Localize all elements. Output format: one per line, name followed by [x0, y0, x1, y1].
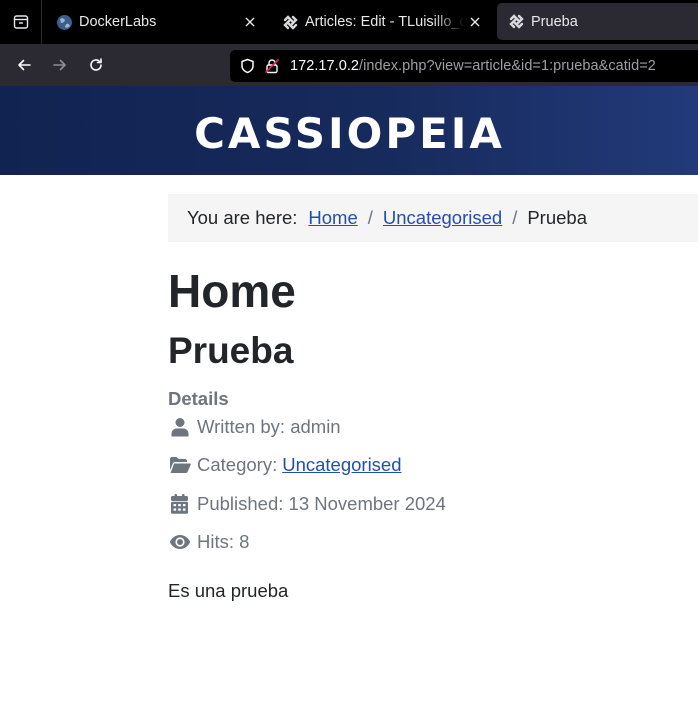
breadcrumb-separator: /: [512, 207, 518, 228]
tab-title: Prueba: [531, 13, 578, 30]
tab-title: DockerLabs: [79, 14, 157, 30]
back-button[interactable]: [10, 52, 38, 78]
hits-text: Hits: 8: [197, 531, 250, 552]
insecure-lock-icon[interactable]: [264, 58, 280, 74]
author-text: Written by: admin: [197, 416, 341, 437]
tab-list-button[interactable]: [0, 0, 42, 44]
globe-icon: [56, 14, 73, 31]
page-heading: Home: [168, 265, 296, 317]
site-brand-logo[interactable]: CASSIOPEIA: [194, 109, 505, 158]
close-icon[interactable]: [243, 15, 257, 29]
url-host: 172.17.0.2: [290, 58, 360, 74]
close-icon[interactable]: [468, 15, 482, 29]
breadcrumb-link-home[interactable]: Home: [308, 207, 357, 229]
article-category: Category: Uncategorised: [168, 454, 402, 476]
back-arrow-icon: [18, 59, 31, 71]
shield-icon[interactable]: [239, 58, 255, 74]
article-published: Published: 13 November 2024: [168, 493, 446, 515]
breadcrumb-separator: /: [367, 207, 373, 228]
details-heading: Details: [168, 388, 229, 409]
tab-list-icon: [13, 15, 28, 29]
article-body-text: Es una prueba: [168, 580, 289, 601]
tab-articles-edit[interactable]: Articles: Edit - TLuisillo_o: [282, 0, 482, 44]
url-path: /index.php?view=article&id=1:prueba&cati…: [359, 58, 656, 74]
tab-prueba-active[interactable]: Prueba: [497, 3, 698, 40]
reload-button[interactable]: [82, 52, 110, 78]
breadcrumb-prefix: You are here:: [187, 207, 298, 228]
tab-title: Articles: Edit - TLuisillo_o: [305, 14, 465, 30]
forward-arrow-icon: [53, 59, 66, 71]
user-icon: [168, 416, 191, 438]
browser-tab-strip: DockerLabs Articles: Edit - TLuisillo_o: [0, 0, 698, 44]
category-link[interactable]: Uncategorised: [282, 454, 401, 476]
article-hits: Hits: 8: [168, 531, 249, 553]
eye-icon: [168, 531, 191, 553]
breadcrumb-current: Prueba: [527, 207, 587, 228]
category-label: Category:: [197, 454, 278, 475]
url-text[interactable]: 172.17.0.2/index.php?view=article&id=1:p…: [290, 58, 656, 74]
breadcrumb: You are here: Home / Uncategorised / Pru…: [168, 194, 698, 242]
joomla-icon: [282, 14, 299, 31]
folder-open-icon: [168, 454, 191, 476]
published-text: Published: 13 November 2024: [197, 493, 446, 514]
article-title: Prueba: [168, 330, 294, 371]
site-header: CASSIOPEIA: [0, 86, 698, 175]
address-bar[interactable]: 172.17.0.2/index.php?view=article&id=1:p…: [230, 50, 698, 82]
forward-button[interactable]: [46, 52, 74, 78]
joomla-icon: [508, 13, 525, 30]
reload-icon: [90, 58, 102, 71]
article-author: Written by: admin: [168, 416, 341, 438]
breadcrumb-link-category[interactable]: Uncategorised: [383, 207, 502, 229]
browser-nav-bar: 172.17.0.2/index.php?view=article&id=1:p…: [0, 44, 698, 86]
tab-dockerlabs[interactable]: DockerLabs: [56, 0, 264, 44]
calendar-icon: [168, 493, 191, 515]
